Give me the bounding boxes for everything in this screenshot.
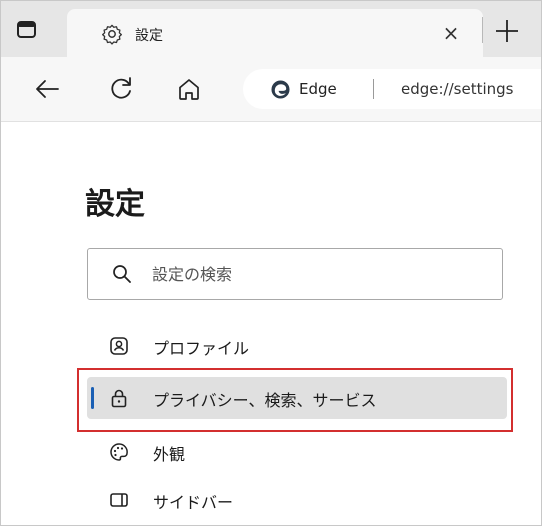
refresh-button[interactable] [107,75,135,103]
toolbar: Edge edge://settings [1,57,541,122]
sidebar-icon [109,490,129,510]
close-tab-button[interactable]: × [439,21,463,45]
sidebar-item-profiles[interactable]: プロファイル [87,325,507,367]
gear-icon [101,23,123,45]
home-button[interactable] [175,75,203,103]
site-identity: Edge [299,80,337,98]
tab-title: 設定 [135,28,163,44]
back-button[interactable] [33,75,61,103]
sidebar-item-label: サイドバー [153,493,234,512]
new-tab-button[interactable] [485,13,529,49]
tab-settings[interactable]: 設定 × [67,9,483,57]
tab-divider [482,17,483,43]
url-text[interactable]: edge://settings [401,80,513,98]
browser-window: 設定 × Edge edge://settings 設定 設定の検索 プロファイ… [0,0,542,526]
edge-logo-icon [271,80,290,99]
address-bar[interactable]: Edge edge://settings [243,69,541,109]
tab-actions-icon[interactable] [15,18,39,42]
sidebar-item-sidebar[interactable]: サイドバー [87,479,507,521]
sidebar-item-appearance[interactable]: 外観 [87,431,507,473]
address-divider [373,79,374,99]
sidebar-item-label: 外観 [153,445,186,464]
page-title: 設定 [85,187,145,222]
search-input[interactable] [152,250,482,298]
search-icon [112,264,132,284]
profile-icon [109,336,129,356]
palette-icon [109,442,129,462]
sidebar-item-label: プロファイル [153,339,250,358]
highlight-annotation [77,368,513,432]
tab-strip: 設定 × [1,1,541,57]
settings-search[interactable] [87,248,503,300]
